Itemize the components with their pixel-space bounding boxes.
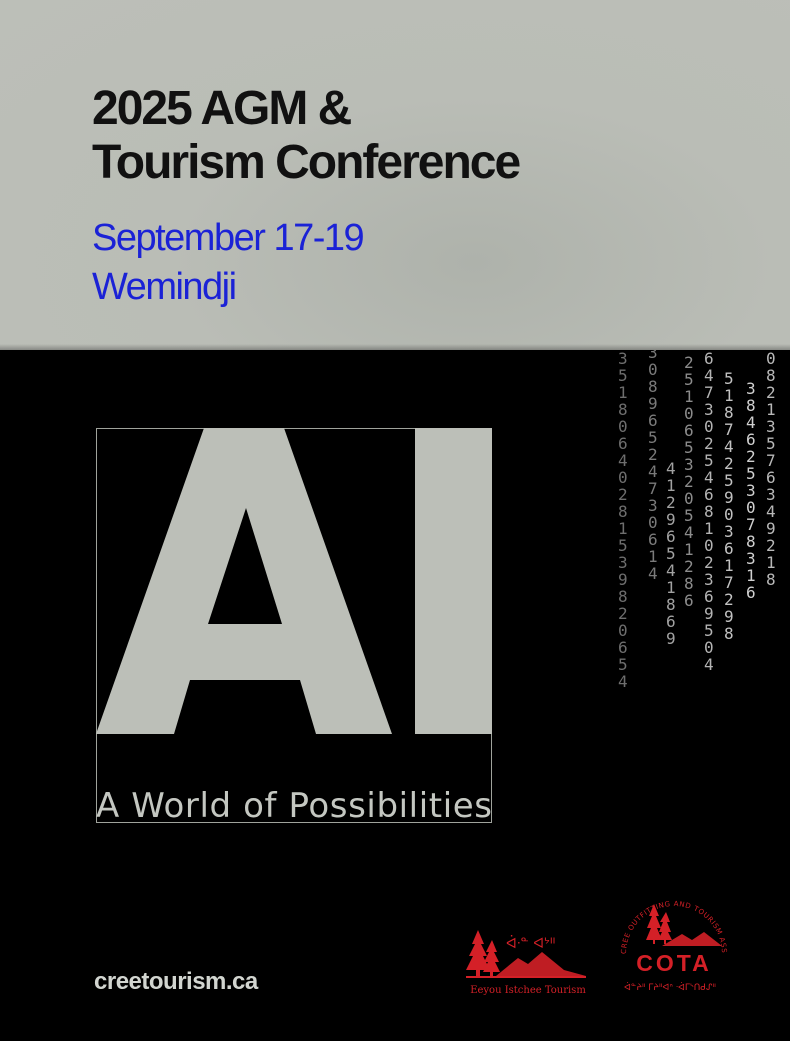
cota-wordmark: COTA (636, 950, 712, 976)
header-panel: 2025 AGM & Tourism Conference September … (0, 0, 790, 350)
theme-tagline: A World of Possibilities (96, 786, 493, 826)
tree-mountain-icon: ᐋᐧᓐ ᐊᔾᐦ (466, 930, 586, 978)
cota-emblem-icon: CREE OUTFITTING AND TOURISM ASSOCIATION … (609, 872, 728, 993)
event-title: 2025 AGM & Tourism Conference (92, 82, 521, 190)
eeyou-istchee-label: Eeyou Istchee Tourism (470, 985, 586, 996)
event-location: Wemindji (92, 266, 237, 308)
event-details: September 17-19 Wemindji (92, 214, 365, 312)
ai-headline-graphic (96, 428, 492, 734)
website-link[interactable]: creetourism.ca (94, 968, 258, 996)
cota-logo: CREE OUTFITTING AND TOURISM ASSOCIATION … (609, 872, 736, 998)
event-title-line1: 2025 AGM & (92, 82, 352, 135)
letter-a-shape (96, 428, 392, 734)
svg-text:ᐋᐧᓐ ᐊᔾᐦ: ᐋᐧᓐ ᐊᔾᐦ (506, 935, 555, 952)
event-title-line2: Tourism Conference (92, 136, 521, 189)
svg-text:ᐋᓐᔨᐦ ᒥᔨᐦᐊᐢ ᐧᐋᒥᔅᑎᑯᔑᐦ: ᐋᓐᔨᐦ ᒥᔨᐦᐊᐢ ᐧᐋᒥᔅᑎᑯᔑᐦ (624, 982, 716, 993)
ai-theme-box (96, 428, 492, 823)
event-dates: September 17-19 (92, 217, 365, 259)
eeyou-istchee-tourism-logo: ᐋᐧᓐ ᐊᔾᐦ Eeyou Istchee Tourism (466, 926, 590, 996)
digital-rain-decoration: 35180640281539820654 30896524730614 4129… (618, 350, 776, 691)
letter-i-shape (415, 428, 492, 734)
